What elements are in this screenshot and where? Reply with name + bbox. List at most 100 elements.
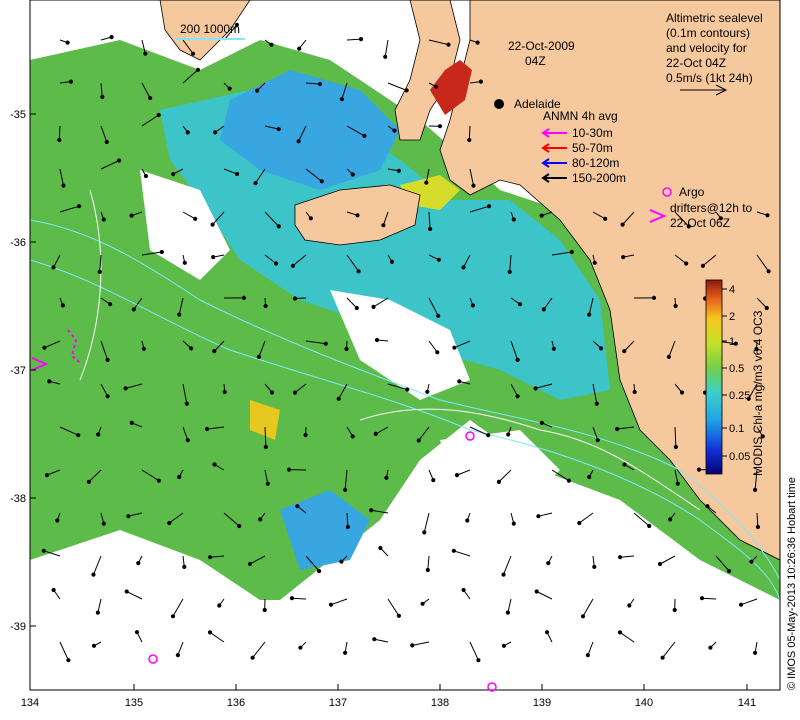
velocity-vector-head	[622, 462, 627, 467]
velocity-vector-head	[292, 296, 298, 301]
velocity-vector-head	[673, 444, 679, 450]
velocity-vector-head	[212, 349, 217, 354]
velocity-vector-head	[345, 524, 350, 530]
velocity-vector-head	[487, 204, 492, 209]
velocity-vector-head	[587, 312, 592, 317]
velocity-vector-head	[131, 307, 136, 312]
map-time: 04Z	[525, 54, 546, 68]
velocity-vector-head	[461, 265, 466, 270]
velocity-vector-head	[672, 607, 677, 613]
velocity-vector-head	[505, 610, 510, 615]
x-tick-label: 139	[533, 697, 551, 709]
velocity-vector-head	[237, 523, 242, 529]
velocity-vector-head	[436, 257, 441, 262]
velocity-vector-head	[44, 473, 50, 478]
velocity-vector-head	[86, 479, 92, 484]
velocity-vector-head	[599, 346, 604, 351]
argo-legend-line-1: Argo	[679, 185, 705, 199]
velocity-vector-head	[533, 386, 538, 391]
velocity-vector-head	[507, 269, 512, 274]
sealevel-legend-line-4: 22-Oct 04Z	[666, 56, 726, 70]
velocity-vector-head	[328, 602, 334, 607]
velocity-vector-head	[486, 433, 491, 438]
velocity-vector-head	[47, 379, 52, 384]
velocity-vector-head	[51, 265, 56, 270]
velocity-vector-head	[55, 518, 60, 523]
velocity-vector-head	[91, 643, 97, 648]
velocity-vector-head	[105, 357, 110, 362]
x-tick-label: 138	[431, 697, 449, 709]
velocity-vector-head	[587, 474, 592, 480]
velocity-vector-head	[577, 520, 582, 526]
x-tick-label: 141	[738, 697, 756, 709]
velocity-vector-head	[749, 559, 754, 564]
velocity-vector-head	[210, 222, 215, 227]
velocity-vector-head	[362, 133, 367, 138]
colorbar-tick-label: 0.25	[729, 390, 750, 402]
velocity-vector-head	[496, 479, 501, 484]
velocity-vector-head	[471, 183, 476, 188]
velocity-vector-head	[170, 614, 176, 619]
velocity-vector-head	[68, 79, 74, 84]
velocity-vector-head	[437, 124, 443, 129]
colorbar-tick-label: 4	[729, 284, 735, 296]
velocity-vector-head	[627, 603, 632, 608]
x-tick-label: 137	[329, 697, 347, 709]
velocity-vector-head	[298, 645, 303, 650]
sealevel-legend-line-3: and velocity for	[666, 41, 747, 55]
velocity-vector-head	[475, 40, 480, 45]
velocity-vector-head	[167, 520, 172, 526]
velocity-vector-head	[515, 394, 520, 399]
anmn-legend-title: ANMN 4h avg	[543, 109, 618, 123]
velocity-vector-head	[100, 94, 105, 100]
velocity-vector-head	[317, 569, 322, 574]
velocity-vector-head	[518, 302, 523, 307]
velocity-vector-head	[470, 303, 475, 308]
velocity-vector-head	[546, 561, 551, 566]
velocity-vector-head	[265, 481, 270, 486]
velocity-vector	[58, 125, 61, 141]
velocity-vector-head	[123, 386, 128, 391]
y-tick-label: -36	[10, 237, 26, 249]
velocity-vector-head	[622, 349, 627, 354]
credit-text: © IMOS 05-May-2013 10:26:36 Hobart time	[786, 477, 798, 690]
velocity-vector-head	[755, 524, 761, 530]
velocity-vector-head	[476, 658, 481, 663]
velocity-vector-head	[511, 217, 516, 222]
velocity-vector-head	[177, 312, 182, 317]
velocity-vector-head	[420, 601, 425, 606]
velocity-vector-head	[356, 269, 361, 274]
y-tick-label: -37	[10, 365, 26, 377]
colorbar-tick-label: 0.1	[729, 423, 744, 435]
velocity-vector-head	[592, 260, 597, 265]
velocity-vector-head	[679, 390, 685, 395]
velocity-vector-head	[295, 504, 300, 509]
velocity-vector-head	[262, 607, 267, 613]
velocity-vector-head	[276, 224, 281, 229]
velocity-vector-head	[396, 168, 401, 173]
velocity-vector-head	[222, 389, 227, 395]
velocity-vector-head	[105, 394, 110, 399]
velocity-vector-head	[753, 487, 758, 492]
velocity-vector-head	[263, 444, 268, 450]
velocity-vector-head	[434, 84, 439, 89]
velocity-vector-head	[700, 263, 706, 268]
velocity-vector-head	[651, 295, 657, 300]
velocity-vector-head	[534, 589, 539, 594]
velocity-vector-head	[42, 345, 47, 350]
velocity-vector-head	[339, 97, 344, 102]
velocity-vector-head	[343, 650, 348, 655]
velocity-vector-head	[212, 462, 217, 467]
velocity-vector-head	[422, 530, 427, 535]
velocity-vector-head	[541, 307, 546, 312]
anmn-legend-label: 80-120m	[572, 156, 619, 170]
velocity-vector-head	[289, 596, 295, 601]
velocity-vector-head	[108, 302, 113, 307]
velocity-vector-head	[101, 217, 106, 222]
velocity-vector-head	[566, 478, 572, 483]
velocity-vector-head	[175, 653, 180, 658]
velocity-vector-head	[290, 263, 295, 268]
sealevel-legend-line-5: 0.5m/s (1kt 24h)	[666, 71, 753, 85]
velocity-vector-head	[101, 521, 106, 526]
velocity-vector-head	[217, 603, 222, 608]
